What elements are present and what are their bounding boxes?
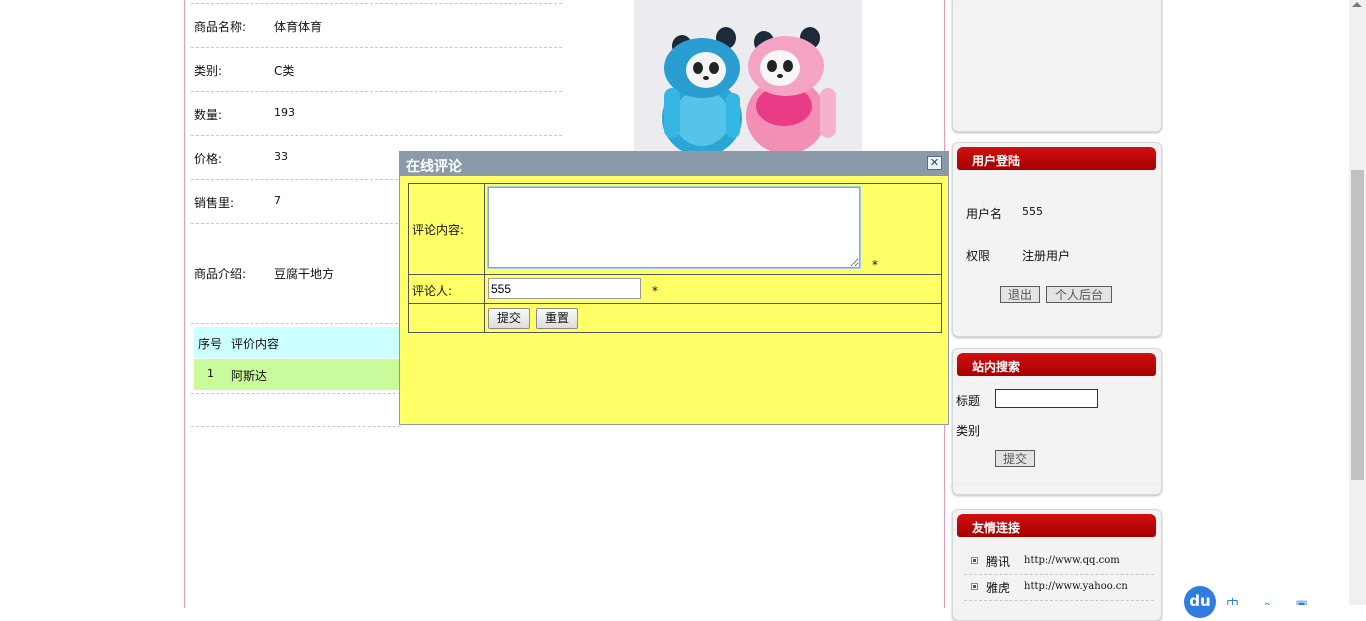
sales-label: 销售里:: [194, 196, 235, 210]
scroll-thumb[interactable]: [1351, 170, 1364, 480]
content-input-cell: *: [484, 183, 942, 275]
required-mark: *: [652, 284, 658, 298]
quantity-value: 193: [274, 106, 295, 119]
sidebar-top-box: [952, 0, 1162, 132]
review-content-textarea[interactable]: [488, 187, 860, 268]
link-name[interactable]: 腾讯: [986, 553, 1010, 570]
links-box-title: 友情连接: [957, 514, 1156, 537]
login-box-title: 用户登陆: [957, 147, 1156, 170]
link-url[interactable]: http://www.qq.com: [1024, 555, 1120, 566]
review-index-header: 序号: [198, 337, 223, 351]
reviewer-label: 评论人:: [412, 284, 453, 298]
product-name-label: 商品名称:: [194, 20, 247, 34]
scroll-up-arrow-icon[interactable]: [1352, 2, 1362, 7]
review-index-cell: 1: [207, 367, 214, 380]
role-value: 注册用户: [1022, 249, 1071, 263]
intro-value: 豆腐干地方: [274, 267, 335, 281]
review-table-header: 序号 评价内容: [194, 327, 404, 358]
product-name-value: 体育体育: [274, 20, 323, 34]
online-review-dialog: 在线评论 ✕ 评论内容: * 评论人: * 提交 重置: [399, 151, 949, 425]
dialog-titlebar[interactable]: 在线评论 ✕: [400, 152, 948, 176]
search-box-title: 站内搜索: [957, 353, 1156, 376]
review-content-header: 评价内容: [231, 337, 280, 351]
personal-backend-button[interactable]: 个人后台: [1046, 286, 1112, 303]
search-title-label: 标题: [956, 394, 981, 408]
detail-row-category: 类别: C类: [191, 47, 562, 92]
reviewer-label-cell: 评论人:: [408, 274, 485, 304]
submit-button[interactable]: 提交: [488, 308, 530, 329]
login-box: [952, 142, 1162, 337]
search-submit-button[interactable]: 提交: [995, 450, 1035, 467]
intro-label: 商品介绍:: [194, 267, 247, 281]
detail-row-name: 商品名称: 体育体育: [191, 3, 562, 48]
sales-value: 7: [274, 194, 281, 207]
reviewer-input-cell: *: [484, 274, 942, 304]
quantity-label: 数量:: [194, 108, 223, 122]
list-item[interactable]: 腾讯 http://www.qq.com: [964, 548, 1154, 575]
category-value: C类: [274, 64, 295, 78]
search-box-title-text: 站内搜索: [972, 360, 1021, 374]
reviewer-input[interactable]: [488, 278, 641, 299]
table-row: 1 阿斯达: [194, 359, 404, 390]
links-box-title-text: 友情连接: [972, 521, 1021, 535]
price-label: 价格:: [194, 152, 223, 166]
search-category-label: 类别: [956, 424, 981, 438]
logout-button[interactable]: 退出: [1000, 286, 1040, 303]
product-image: [634, 0, 862, 153]
ime-toolbar-icons[interactable]: 中 ∘ ▣ ○ ▦: [1226, 594, 1349, 605]
required-mark: *: [872, 258, 878, 272]
username-label: 用户名: [966, 207, 1003, 221]
price-value: 33: [274, 150, 288, 163]
link-name[interactable]: 雅虎: [986, 579, 1010, 596]
login-box-title-text: 用户登陆: [972, 154, 1021, 168]
reset-button[interactable]: 重置: [536, 308, 578, 329]
review-content-cell: 阿斯达: [231, 369, 268, 383]
role-label: 权限: [966, 249, 991, 263]
button-label-cell: [408, 303, 485, 333]
username-value: 555: [1022, 205, 1043, 218]
list-item[interactable]: 雅虎 http://www.yahoo.cn: [964, 574, 1154, 601]
review-content-label: 评论内容:: [412, 223, 465, 237]
content-label-cell: 评论内容:: [408, 183, 485, 275]
detail-row-quantity: 数量: 193: [191, 91, 562, 136]
ime-logo-icon[interactable]: du: [1184, 586, 1216, 618]
review-divider: [191, 393, 401, 394]
link-url[interactable]: http://www.yahoo.cn: [1024, 581, 1128, 592]
search-title-input[interactable]: [995, 389, 1098, 408]
search-box-bottom-edge: [952, 484, 1162, 495]
review-bottom-divider: [191, 426, 401, 427]
dialog-title: 在线评论: [406, 159, 462, 175]
category-label: 类别:: [194, 64, 223, 78]
bullet-icon: [971, 557, 978, 564]
close-icon[interactable]: ✕: [927, 156, 942, 170]
panda-costume-photo: [634, 0, 862, 153]
bullet-icon: [971, 583, 978, 590]
button-cell: 提交 重置: [484, 303, 942, 333]
